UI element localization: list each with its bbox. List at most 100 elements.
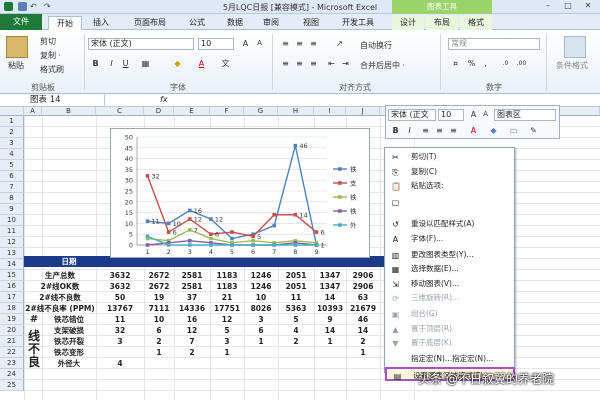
decrease-decimal-icon[interactable]: .00 — [516, 58, 527, 69]
mini-grow-font-icon[interactable]: A — [468, 109, 479, 120]
copy-button[interactable]: 复制 · — [40, 50, 61, 61]
mini-font-color-icon[interactable]: A — [468, 125, 479, 136]
column-header[interactable]: I — [314, 107, 346, 116]
row-header[interactable]: 10 — [0, 215, 24, 226]
align-center-icon[interactable]: ≡ — [294, 58, 305, 69]
mini-align-left-icon[interactable]: ≡ — [420, 125, 431, 136]
column-header[interactable]: F — [210, 107, 244, 116]
line-chart[interactable]: 051015202530354045501 2 3 4 5 6 7 8 9铁支铁铁外11 1016… — [111, 129, 369, 257]
format-painter-button[interactable]: 格式刷 — [40, 64, 64, 75]
menu-item[interactable]: ↺ 重设以匹配样式(A) — [385, 217, 515, 231]
menu-item[interactable]: 📋 粘贴选项: — [385, 179, 515, 193]
row-header[interactable]: 2 — [0, 127, 24, 138]
row-header[interactable]: 22 — [0, 347, 24, 358]
mini-outline-icon[interactable]: ▭ — [508, 125, 519, 136]
row-header[interactable]: 15 — [0, 270, 24, 281]
row-header[interactable]: 16 — [0, 281, 24, 292]
row-header[interactable]: 13 — [0, 248, 24, 259]
row-header[interactable]: 18 — [0, 303, 24, 314]
tab-layout[interactable]: 布局 — [426, 16, 458, 30]
tab-review[interactable]: 审阅 — [256, 16, 286, 30]
comma-icon[interactable]: , — [480, 58, 491, 69]
fill-color-icon[interactable]: ◆ — [172, 58, 183, 69]
minimize-icon[interactable]: – — [538, 0, 558, 12]
row-header[interactable]: 9 — [0, 204, 24, 215]
increase-indent-icon[interactable]: ⇥ — [340, 58, 351, 69]
decrease-indent-icon[interactable]: ⇤ — [326, 58, 337, 69]
align-bottom-icon[interactable]: ≡ — [308, 38, 319, 49]
tab-data[interactable]: 数据 — [220, 16, 250, 30]
row-header[interactable]: 25 — [0, 380, 24, 391]
align-left-icon[interactable]: ≡ — [280, 58, 291, 69]
tab-format[interactable]: 格式 — [460, 16, 492, 30]
underline-icon[interactable]: U — [120, 58, 131, 69]
accounting-icon[interactable]: ¤ — [450, 58, 461, 69]
row-header[interactable]: 4 — [0, 149, 24, 160]
mini-bold-icon[interactable]: B — [390, 125, 401, 136]
column-header[interactable]: E — [174, 107, 210, 116]
phonetic-icon[interactable]: 文 — [220, 58, 231, 69]
menu-item[interactable]: ▦ 选择数据(E)... — [385, 262, 515, 276]
align-top-icon[interactable]: ≡ — [280, 38, 291, 49]
column-header[interactable]: J — [346, 107, 380, 116]
mini-shrink-font-icon[interactable]: A — [480, 109, 491, 120]
row-header[interactable]: 23 — [0, 358, 24, 369]
close-icon[interactable]: ✕ — [578, 0, 598, 12]
fx-icon[interactable]: fx — [160, 94, 168, 106]
font-color-icon[interactable]: A — [196, 58, 207, 69]
column-header[interactable]: D — [144, 107, 174, 116]
increase-decimal-icon[interactable]: .0 — [500, 58, 511, 69]
menu-item[interactable]: ✂ 剪切(T) — [385, 150, 515, 164]
row-header[interactable]: 1 — [0, 116, 24, 127]
menu-item[interactable]: A 字体(F)... — [385, 232, 515, 246]
row-header[interactable]: 19 — [0, 314, 24, 325]
merge-center-button[interactable]: 合并后居中 · — [360, 60, 405, 71]
row-header[interactable]: 3 — [0, 138, 24, 149]
row-header[interactable]: 11 — [0, 226, 24, 237]
align-right-icon[interactable]: ≡ — [308, 58, 319, 69]
select-all-corner[interactable] — [0, 107, 24, 116]
italic-icon[interactable]: I — [106, 58, 117, 69]
paste-button[interactable]: 粘贴 — [8, 60, 24, 71]
paste-icon[interactable] — [6, 36, 28, 58]
orientation-icon[interactable]: ↗ — [334, 38, 345, 49]
cut-button[interactable]: 剪切 — [40, 36, 56, 47]
mini-italic-icon[interactable]: I — [404, 125, 415, 136]
row-header[interactable]: 20 — [0, 325, 24, 336]
chart-area[interactable]: 0 5 10 15 20 25 30 35 40 45 50 1 2 3 4 5 6 7 8 9 铁支铁铁外 11 10 16… — [110, 128, 370, 258]
mini-align-right-icon[interactable]: ≡ — [448, 125, 459, 136]
tab-formulas[interactable]: 公式 — [182, 16, 212, 30]
tab-developer[interactable]: 开发工具 — [336, 16, 380, 30]
wrap-text-button[interactable]: 自动换行 — [360, 40, 392, 51]
border-icon[interactable]: ▦ — [140, 58, 151, 69]
font-name-dropdown[interactable]: 宋体 (正文) — [88, 38, 194, 50]
column-header[interactable]: A — [24, 107, 42, 116]
shrink-font-icon[interactable]: A — [254, 38, 265, 49]
menu-item[interactable]: ▲ 置于顶层(R) — [385, 322, 515, 336]
row-header[interactable]: 7 — [0, 182, 24, 193]
row-header[interactable]: 8 — [0, 193, 24, 204]
conditional-format-icon[interactable] — [564, 36, 586, 58]
column-header[interactable]: B — [42, 107, 96, 116]
column-header[interactable]: H — [278, 107, 314, 116]
row-header[interactable]: 6 — [0, 171, 24, 182]
maximize-icon[interactable]: □ — [558, 0, 578, 12]
bold-icon[interactable]: B — [90, 58, 101, 69]
mini-fill-icon[interactable]: ◆ — [488, 125, 499, 136]
row-header[interactable]: 17 — [0, 292, 24, 303]
align-middle-icon[interactable]: ≡ — [294, 38, 305, 49]
menu-item[interactable]: ▼ 置于底层(K) — [385, 336, 515, 350]
conditional-format-button[interactable]: 条件格式 — [556, 60, 588, 71]
menu-item[interactable]: ▥ 更改图表类型(Y)... — [385, 248, 515, 262]
row-header[interactable]: 14 — [0, 259, 24, 270]
tab-view[interactable]: 视图 — [296, 16, 326, 30]
font-size-dropdown[interactable]: 10 — [198, 38, 234, 50]
mini-align-center-icon[interactable]: ≡ — [434, 125, 445, 136]
row-header[interactable]: 12 — [0, 237, 24, 248]
mini-size-dropdown[interactable]: 10 — [438, 109, 464, 121]
mini-style-icon[interactable]: ✎ — [528, 125, 539, 136]
number-format-dropdown[interactable]: 常规 — [448, 38, 540, 50]
percent-icon[interactable]: % — [466, 58, 477, 69]
chart-element-dropdown[interactable]: 图表区 — [494, 109, 556, 121]
tab-design[interactable]: 设计 — [392, 16, 424, 30]
